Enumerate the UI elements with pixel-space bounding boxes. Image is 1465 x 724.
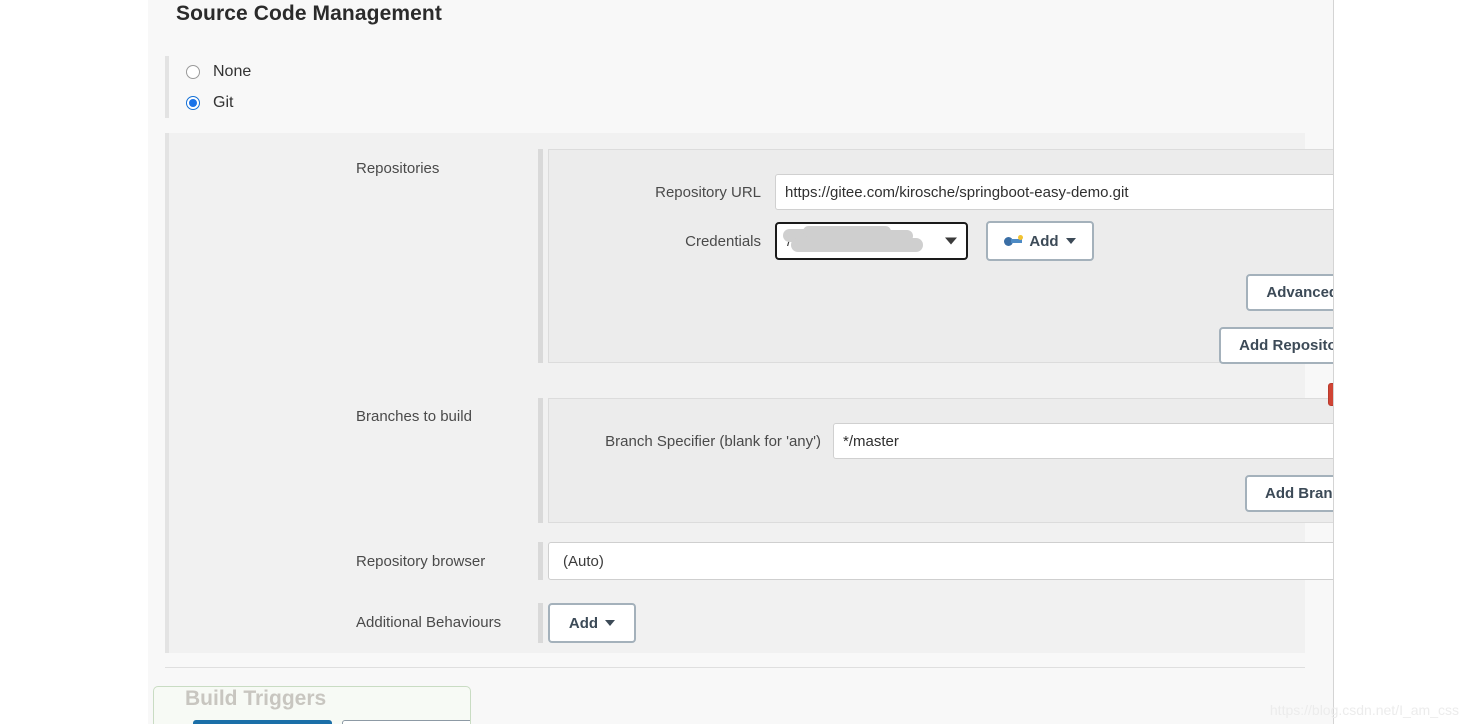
add-credentials-label: Add: [1029, 232, 1059, 250]
scm-radio-group: None Git: [165, 56, 1305, 118]
add-behaviour-button[interactable]: Add: [548, 603, 636, 643]
credentials-label: Credentials: [685, 233, 761, 250]
repositories-separator: [538, 149, 543, 363]
build-triggers-primary-button[interactable]: [193, 720, 332, 724]
branches-to-build-label: Branches to build: [356, 408, 472, 425]
branches-panel: Branch Specifier (blank for 'any') Add B…: [548, 398, 1333, 523]
caret-down-icon: [605, 620, 616, 626]
repository-browser-label: Repository browser: [356, 553, 486, 570]
configuration-page: Source Code Management None Git Reposito…: [148, 0, 1334, 724]
add-behaviour-label: Add: [568, 614, 599, 632]
scm-option-none-label: None: [213, 62, 252, 80]
build-triggers-secondary-button[interactable]: [342, 720, 470, 724]
repository-url-label: Repository URL: [655, 184, 761, 201]
add-branch-button[interactable]: Add Branch: [1245, 475, 1333, 512]
watermark: https://blog.csdn.net/I_am_css: [1269, 702, 1459, 718]
credentials-select[interactable]: /******: [775, 222, 968, 260]
build-triggers-title: Build Triggers: [185, 687, 327, 710]
git-config-body: Repositories Repository URL Credentials …: [165, 133, 1333, 653]
delete-branch-button[interactable]: X: [1328, 383, 1333, 406]
repository-browser-separator: [538, 542, 543, 580]
scm-option-git-label: Git: [213, 93, 234, 111]
additional-behaviours-label: Additional Behaviours: [356, 614, 502, 631]
add-repository-label: Add Repository: [1239, 337, 1333, 354]
add-credentials-button[interactable]: Add: [986, 221, 1094, 261]
scm-option-git[interactable]: Git: [186, 87, 1305, 118]
branch-specifier-input[interactable]: [833, 423, 1333, 459]
add-repository-button[interactable]: Add Repository: [1219, 327, 1333, 364]
branch-specifier-label: Branch Specifier (blank for 'any'): [605, 433, 821, 450]
section-divider: [165, 667, 1305, 668]
chevron-down-icon: [945, 237, 957, 245]
caret-down-icon: [1065, 238, 1076, 244]
scm-option-none[interactable]: None: [186, 56, 1305, 87]
repository-browser-select[interactable]: (Auto): [548, 542, 1333, 580]
repositories-label: Repositories: [356, 160, 440, 177]
radio-none[interactable]: [186, 64, 200, 79]
repositories-panel: Repository URL Credentials /****** Add: [548, 149, 1333, 364]
additional-behaviours-separator: [538, 603, 543, 643]
repository-url-input[interactable]: [775, 174, 1333, 210]
radio-git[interactable]: [186, 95, 200, 110]
advanced-label: Advanced...: [1266, 284, 1333, 301]
repository-browser-value: (Auto): [563, 552, 604, 570]
advanced-button[interactable]: Advanced...: [1246, 274, 1333, 311]
build-triggers-section: Build Triggers: [153, 686, 471, 724]
page-title: Source Code Management: [176, 2, 442, 25]
key-icon: [1004, 235, 1024, 247]
add-branch-label: Add Branch: [1264, 485, 1333, 502]
branches-separator: [538, 398, 543, 523]
redaction-mark: [873, 230, 913, 242]
